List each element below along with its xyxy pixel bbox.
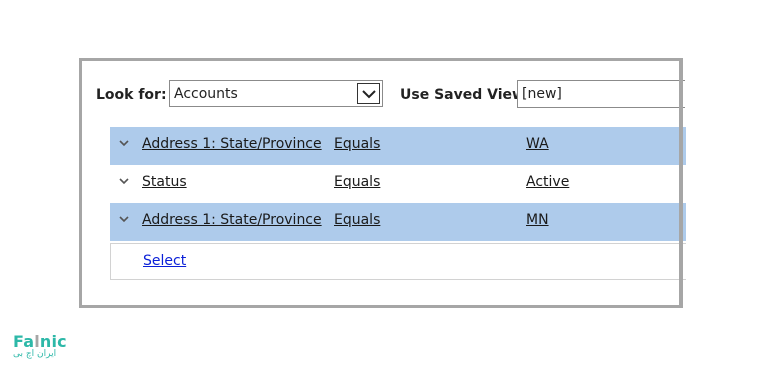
chevron-down-icon[interactable] [118,137,130,149]
filter-operator-link[interactable]: Equals [334,136,380,152]
look-for-value: Accounts [174,86,238,102]
saved-view-field[interactable]: [new] [517,80,685,108]
filter-grid: Address 1: State/Province Equals WA Stat… [110,127,686,280]
select-row: Select [110,243,686,280]
filter-operator-link[interactable]: Equals [334,174,380,190]
filter-value-link[interactable]: WA [526,136,549,152]
filter-field-link[interactable]: Address 1: State/Province [142,212,322,228]
filter-value-link[interactable]: Active [526,174,569,190]
watermark-logo: Falnic ایران اچ بی [13,332,67,359]
dropdown-button[interactable] [357,83,380,104]
chevron-down-icon [361,89,376,98]
saved-view-label: Use Saved View: [400,87,531,103]
filter-value-link[interactable]: MN [526,212,549,228]
filter-row[interactable]: Status Equals Active [110,165,686,203]
look-for-select[interactable]: Accounts [169,80,383,107]
advanced-find-panel: Look for: Accounts Use Saved View: [new]… [79,58,686,308]
filter-operator-link[interactable]: Equals [334,212,380,228]
filter-field-link[interactable]: Address 1: State/Province [142,136,322,152]
look-for-label: Look for: [96,87,167,103]
select-link[interactable]: Select [143,253,186,269]
filter-row[interactable]: Address 1: State/Province Equals MN [110,203,686,241]
toolbar: Look for: Accounts Use Saved View: [new] [82,61,685,121]
chevron-down-icon[interactable] [118,213,130,225]
filter-field-link[interactable]: Status [142,174,187,190]
chevron-down-icon[interactable] [118,175,130,187]
filter-row[interactable]: Address 1: State/Province Equals WA [110,127,686,165]
saved-view-value: [new] [522,86,562,102]
